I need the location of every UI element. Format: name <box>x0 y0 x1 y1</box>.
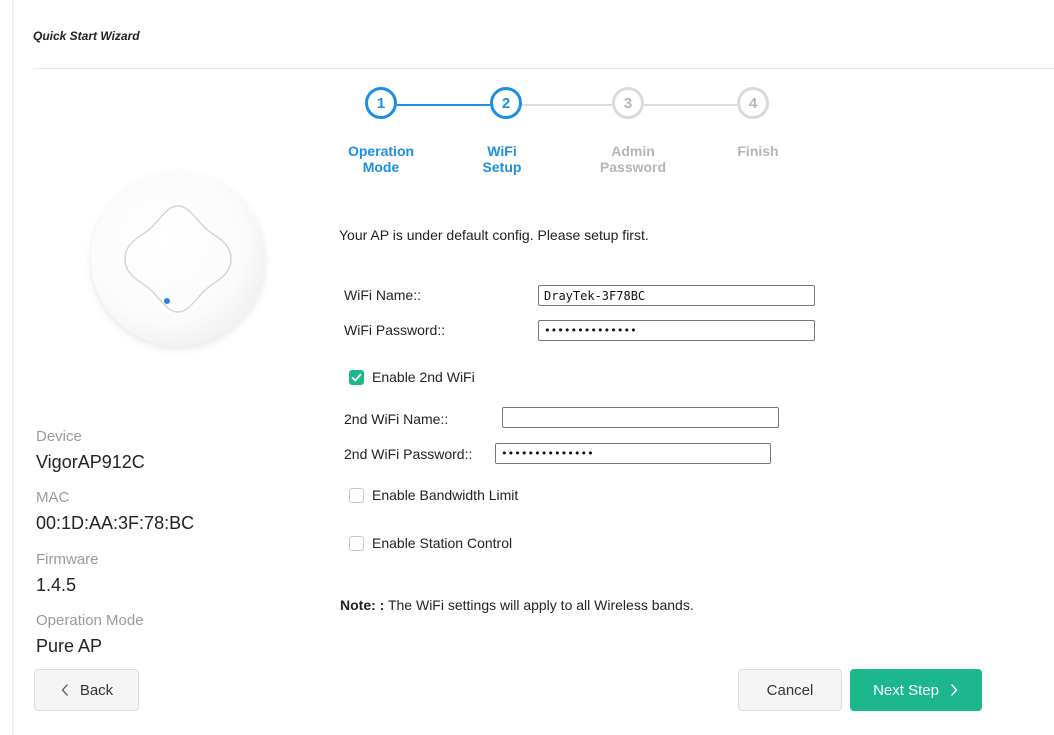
intro-text: Your AP is under default config. Please … <box>339 227 649 243</box>
step-2-circle: 2 <box>490 87 522 119</box>
station-control-row[interactable]: Enable Station Control <box>349 535 512 551</box>
step-3-label: Admin Password <box>583 143 683 175</box>
firmware-value: 1.4.5 <box>36 575 77 595</box>
note-body: The WiFi settings will apply to all Wire… <box>384 597 694 613</box>
header-divider <box>33 68 1054 69</box>
wifi2-name-label: 2nd WiFi Name:: <box>344 411 449 427</box>
step-3-label-line2: Password <box>599 159 667 175</box>
wifi2-password-input[interactable] <box>495 443 771 464</box>
operation-mode-label: Operation Mode <box>36 612 144 629</box>
cancel-button[interactable]: Cancel <box>738 669 842 711</box>
step-2-label-line2: Setup <box>482 159 522 175</box>
operation-mode-value: Pure AP <box>36 636 103 656</box>
cancel-button-label: Cancel <box>766 681 814 699</box>
next-step-button[interactable]: Next Step <box>850 669 982 711</box>
wifi-name-input[interactable] <box>538 285 815 306</box>
mac-label: MAC <box>36 489 70 506</box>
left-border <box>12 0 14 735</box>
mac-value: 00:1D:AA:3F:78:BC <box>36 513 195 533</box>
station-control-label: Enable Station Control <box>372 535 513 551</box>
note-prefix: Note: : <box>340 597 385 613</box>
chevron-right-icon <box>950 684 958 696</box>
step-3-label-line1: Admin <box>611 143 655 159</box>
step-connector-2-3 <box>521 104 612 106</box>
bandwidth-limit-checkbox[interactable] <box>349 487 364 503</box>
firmware-label: Firmware <box>36 551 99 568</box>
wizard-title: Quick Start Wizard <box>33 29 140 43</box>
next-step-button-label: Next Step <box>873 681 939 699</box>
access-point-icon <box>124 205 232 313</box>
checkmark-icon <box>351 373 362 381</box>
step-4-label: Finish <box>708 143 808 159</box>
back-button-label: Back <box>79 681 114 699</box>
note-text: Note: : The WiFi settings will apply to … <box>340 597 694 613</box>
enable-2nd-wifi-label: Enable 2nd WiFi <box>372 369 475 385</box>
wifi-name-label: WiFi Name:: <box>344 287 421 303</box>
bandwidth-limit-label: Enable Bandwidth Limit <box>372 487 519 503</box>
bandwidth-limit-row[interactable]: Enable Bandwidth Limit <box>349 487 518 503</box>
back-button[interactable]: Back <box>34 669 139 711</box>
step-3-circle: 3 <box>612 87 644 119</box>
step-connector-3-4 <box>643 104 737 106</box>
wifi2-name-input[interactable] <box>502 407 779 428</box>
step-4-label-line1: Finish <box>737 143 779 159</box>
step-2-label-line1: WiFi <box>487 143 517 159</box>
device-label: Device <box>36 428 82 445</box>
enable-2nd-wifi-checkbox[interactable] <box>349 369 364 385</box>
wifi-password-input[interactable] <box>538 320 815 341</box>
wifi-password-label: WiFi Password:: <box>344 322 446 338</box>
step-1-label: Operation Mode <box>331 143 431 175</box>
step-1-circle: 1 <box>365 87 397 119</box>
step-1-label-line1: Operation <box>347 143 415 159</box>
step-connector-1-2 <box>397 104 490 106</box>
wifi2-password-label: 2nd WiFi Password:: <box>344 446 473 462</box>
chevron-left-icon <box>61 684 68 696</box>
step-2-label: WiFi Setup <box>452 143 552 175</box>
step-4-circle: 4 <box>737 87 769 119</box>
device-value: VigorAP912C <box>36 452 145 472</box>
enable-2nd-wifi-row[interactable]: Enable 2nd WiFi <box>349 369 475 385</box>
step-1-label-line2: Mode <box>362 159 400 175</box>
access-point-image <box>91 172 265 346</box>
station-control-checkbox[interactable] <box>349 535 364 551</box>
